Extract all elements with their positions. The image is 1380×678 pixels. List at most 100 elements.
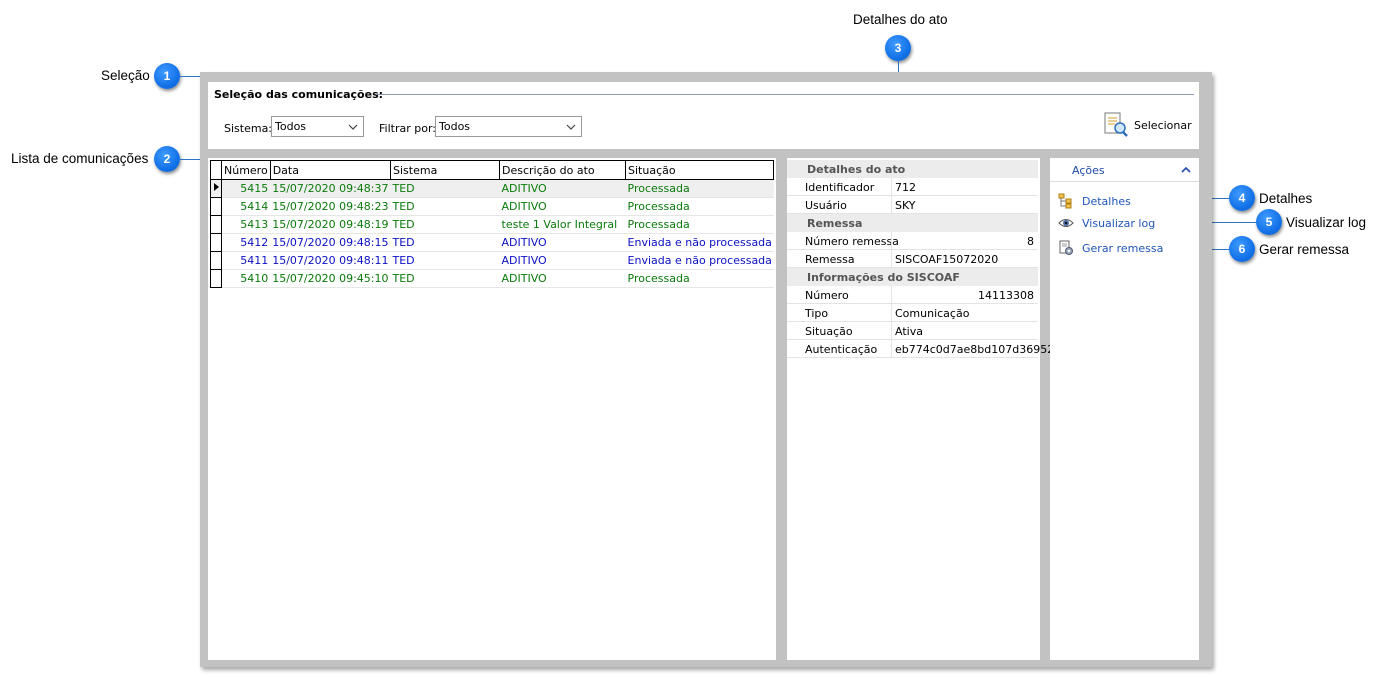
cell-sistema: TED bbox=[390, 251, 500, 270]
cell-sistema: TED bbox=[390, 233, 500, 252]
details-key: Usuário bbox=[805, 199, 847, 212]
cell-numero: 5410 bbox=[221, 269, 271, 288]
cell-descricao: ADITIVO bbox=[499, 269, 626, 288]
annotation-gerar-remessa: Gerar remessa bbox=[1259, 242, 1350, 257]
details-row[interactable]: Autenticação eb774c0d7ae8bd107d36952 bbox=[787, 340, 1054, 358]
column-numero[interactable]: Número bbox=[221, 160, 271, 180]
details-key: Número remessa bbox=[805, 235, 899, 248]
row-indicator[interactable] bbox=[210, 179, 222, 198]
cell-situacao: Processada bbox=[625, 215, 774, 234]
detalhes-action[interactable]: Detalhes bbox=[1058, 192, 1131, 210]
annotation-visualizar-log: Visualizar log bbox=[1286, 215, 1367, 230]
cell-situacao: Processada bbox=[625, 179, 774, 198]
details-row[interactable]: Identificador 712 bbox=[787, 178, 1038, 196]
selecionar-button[interactable]: Selecionar bbox=[1102, 110, 1194, 140]
row-indicator[interactable] bbox=[210, 251, 222, 270]
cell-data: 15/07/2020 09:48:23 bbox=[270, 197, 391, 216]
actions-title: Ações bbox=[1072, 164, 1105, 177]
detalhes-action-label: Detalhes bbox=[1082, 194, 1131, 208]
details-value: SKY bbox=[895, 199, 916, 212]
cell-data: 15/07/2020 09:48:19 bbox=[270, 215, 391, 234]
column-situacao[interactable]: Situação bbox=[625, 160, 775, 180]
filtrar-label: Filtrar por: bbox=[379, 122, 436, 135]
cell-descricao: ADITIVO bbox=[499, 233, 626, 252]
cell-data: 15/07/2020 09:48:37 bbox=[270, 179, 391, 198]
sistema-label: Sistema: bbox=[224, 122, 273, 135]
eye-icon bbox=[1058, 219, 1074, 227]
details-heading-ato: Detalhes do ato bbox=[787, 160, 1038, 178]
actions-header[interactable]: Ações bbox=[1050, 158, 1199, 182]
badge-6: 6 bbox=[1229, 236, 1255, 262]
annotation-selecao: Seleção bbox=[101, 68, 150, 83]
document-gear-icon bbox=[1059, 240, 1073, 255]
cell-sistema: TED bbox=[390, 179, 500, 198]
cell-situacao: Processada bbox=[625, 269, 774, 288]
column-data[interactable]: Data bbox=[269, 160, 392, 180]
details-key: Situação bbox=[805, 325, 853, 338]
row-indicator[interactable] bbox=[210, 215, 222, 234]
table-row[interactable]: 5413 15/07/2020 09:48:19 TED teste 1 Valor … bbox=[210, 215, 774, 234]
selection-panel: Seleção das comunicações: Sistema: Todos… bbox=[208, 82, 1199, 149]
badge-1: 1 bbox=[154, 63, 180, 89]
details-value: Ativa bbox=[895, 325, 923, 338]
selection-divider bbox=[377, 94, 1194, 95]
cell-data: 15/07/2020 09:45:10 bbox=[270, 269, 391, 288]
cell-situacao: Processada bbox=[625, 197, 774, 216]
badge-2: 2 bbox=[154, 146, 180, 172]
details-value: SISCOAF15072020 bbox=[895, 253, 999, 266]
cell-descricao: ADITIVO bbox=[499, 179, 626, 198]
details-heading-siscoaf: Informações do SISCOAF bbox=[787, 268, 1038, 286]
selecionar-label: Selecionar bbox=[1134, 118, 1192, 132]
visualizar-log-action-label: Visualizar log bbox=[1082, 216, 1156, 230]
tree-icon bbox=[1058, 193, 1072, 209]
details-row[interactable]: Situação Ativa bbox=[787, 322, 1038, 340]
details-panel: Detalhes do ato Identificador 712 Usuári… bbox=[787, 158, 1054, 660]
filtrar-select[interactable]: Todos bbox=[435, 116, 582, 137]
row-indicator[interactable] bbox=[210, 269, 222, 288]
cell-numero: 5411 bbox=[221, 251, 271, 270]
connector-1 bbox=[180, 76, 202, 77]
row-indicator[interactable] bbox=[210, 233, 222, 252]
details-row[interactable]: Número 14113308 bbox=[787, 286, 1038, 304]
details-key: Remessa bbox=[805, 253, 855, 266]
table-row[interactable]: 5415 15/07/2020 09:48:37 TED ADITIVO Process… bbox=[210, 179, 774, 198]
details-row[interactable]: Tipo Comunicação bbox=[787, 304, 1038, 322]
details-row[interactable]: Usuário SKY bbox=[787, 196, 1038, 214]
cell-numero: 5412 bbox=[221, 233, 271, 252]
cell-sistema: TED bbox=[390, 215, 500, 234]
table-header: Número Data Sistema Descrição do ato Sit… bbox=[210, 160, 775, 180]
table-row[interactable]: 5410 15/07/2020 09:45:10 TED ADITIVO Process… bbox=[210, 269, 774, 288]
current-row-arrow-icon bbox=[214, 183, 219, 191]
gerar-remessa-action[interactable]: Gerar remessa bbox=[1058, 239, 1163, 257]
document-search-icon bbox=[1104, 112, 1128, 137]
annotation-detalhes-ato: Detalhes do ato bbox=[853, 12, 948, 27]
chevron-up-icon[interactable] bbox=[1181, 165, 1191, 175]
gerar-remessa-action-label: Gerar remessa bbox=[1082, 241, 1164, 255]
details-key: Tipo bbox=[805, 307, 829, 320]
badge-3: 3 bbox=[885, 35, 911, 61]
row-indicator-header bbox=[210, 160, 222, 180]
badge-5: 5 bbox=[1256, 209, 1282, 235]
column-descricao[interactable]: Descrição do ato bbox=[499, 160, 627, 180]
details-key: Autenticação bbox=[805, 343, 878, 356]
column-sistema[interactable]: Sistema bbox=[390, 160, 501, 180]
table-row[interactable]: 5414 15/07/2020 09:48:23 TED ADITIVO Process… bbox=[210, 197, 774, 216]
cell-descricao: ADITIVO bbox=[499, 251, 626, 270]
sistema-select[interactable]: Todos bbox=[271, 116, 364, 137]
actions-panel: Ações Detalhes Visualizar log Gerar reme… bbox=[1050, 158, 1199, 660]
row-indicator[interactable] bbox=[210, 197, 222, 216]
visualizar-log-action[interactable]: Visualizar log bbox=[1058, 214, 1155, 232]
details-value: 14113308 bbox=[978, 289, 1034, 302]
communications-table: Número Data Sistema Descrição do ato Sit… bbox=[210, 160, 775, 288]
cell-data: 15/07/2020 09:48:15 bbox=[270, 233, 391, 252]
details-value: eb774c0d7ae8bd107d36952 bbox=[895, 343, 1055, 356]
badge-4: 4 bbox=[1229, 185, 1255, 211]
chevron-down-icon bbox=[348, 124, 358, 130]
cell-sistema: TED bbox=[390, 269, 500, 288]
details-row[interactable]: Número remessa 8 bbox=[787, 232, 1038, 250]
table-row[interactable]: 5411 15/07/2020 09:48:11 TED ADITIVO Enviada… bbox=[210, 251, 774, 270]
details-row[interactable]: Remessa SISCOAF15072020 bbox=[787, 250, 1038, 268]
table-row[interactable]: 5412 15/07/2020 09:48:15 TED ADITIVO Enviada… bbox=[210, 233, 774, 252]
cell-situacao: Enviada e não processada bbox=[625, 233, 774, 252]
details-value: 8 bbox=[1027, 235, 1034, 248]
